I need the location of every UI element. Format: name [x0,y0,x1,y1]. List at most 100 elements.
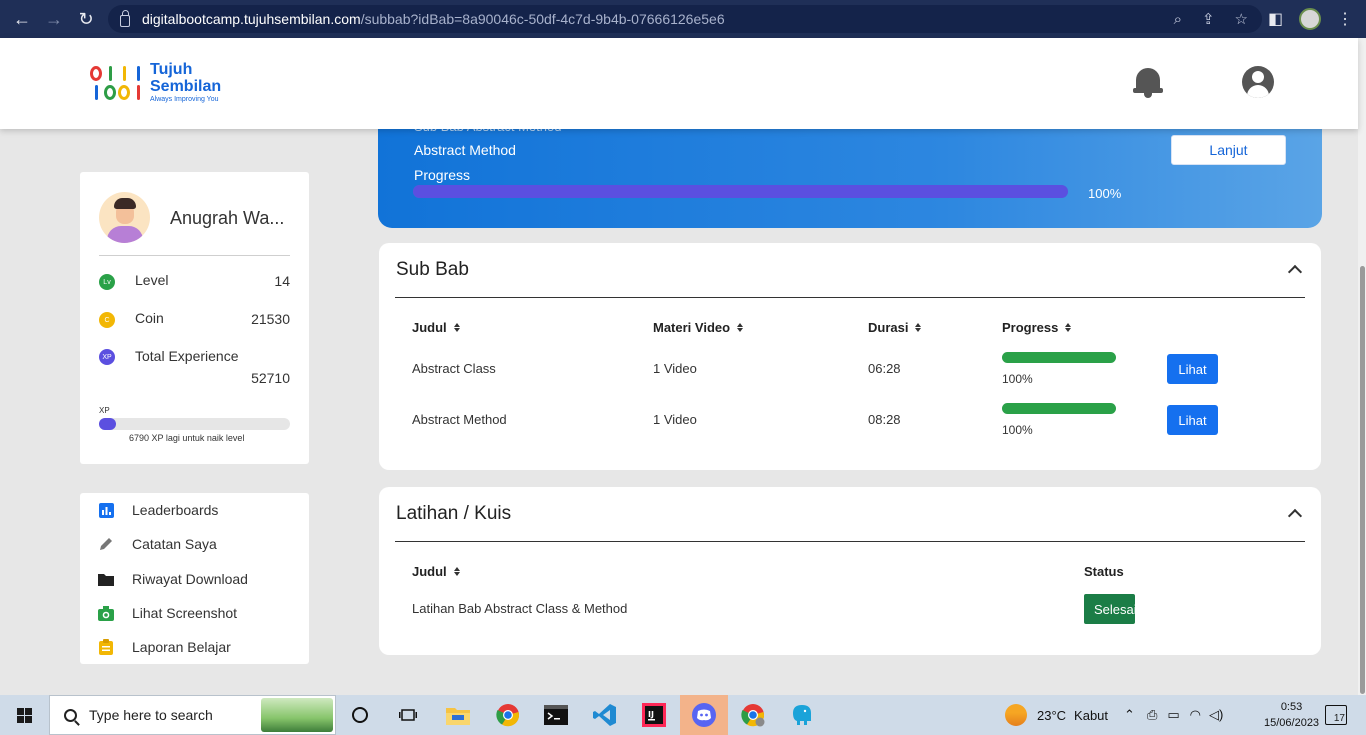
logo-text-line1: Tujuh [150,61,193,78]
coin-value: 21530 [251,311,290,327]
menu-item-laporan-belajar[interactable]: Laporan Belajar [98,635,231,659]
task-view-icon[interactable] [396,703,420,727]
menu-item-label: Lihat Screenshot [132,605,238,621]
row-progress-value: 100% [1002,372,1033,386]
logo-text-line2: Sembilan [150,78,222,95]
bookmark-star-icon[interactable]: ☆ [1235,10,1248,28]
site-header: Tujuh Sembilan Always Improving You [0,38,1358,129]
user-account-icon[interactable] [1242,66,1274,98]
profile-card: Anugrah Wa... Lv Level 14 C Coin 21530 X… [80,172,309,464]
row-durasi: 06:28 [868,361,901,376]
sort-icon [1065,323,1072,332]
coin-label: Coin [135,310,164,326]
lanjut-button[interactable]: Lanjut [1171,135,1286,165]
card-divider [395,297,1305,298]
windows-start-icon[interactable] [0,695,48,735]
intellij-icon[interactable]: IJ [642,703,666,727]
column-header-durasi[interactable]: Durasi [868,320,922,335]
side-panel-icon[interactable]: ◧ [1268,9,1283,29]
pencil-icon [98,536,114,552]
profile-name: Anugrah Wa... [170,208,285,228]
column-header-materi-video[interactable]: Materi Video [653,320,744,335]
sort-icon [453,323,460,332]
profile-divider [99,255,290,256]
clock-date: 15/06/2023 [1264,717,1320,729]
collapse-chevron-icon[interactable] [1287,264,1303,280]
url-path: /subbab?idBab=8a90046c-50df-4c7d-9b4b-07… [360,11,725,27]
row-materi: 1 Video [653,361,697,376]
chrome-profile-icon[interactable] [741,703,765,727]
bar-chart-icon [98,502,114,518]
back-arrow-icon[interactable]: ← [6,0,38,38]
scrollbar-thumb[interactable] [1360,266,1365,694]
menu-item-lihat-screenshot[interactable]: Lihat Screenshot [98,601,237,625]
weather-icon[interactable] [1005,704,1027,726]
lihat-button[interactable]: Lihat [1167,354,1218,384]
xp-icon: XP [99,349,115,365]
quiz-row-judul: Latihan Bab Abstract Class & Method [412,601,628,616]
total-experience-value: 52710 [251,370,290,386]
row-progress-bar [1002,352,1116,363]
address-bar[interactable]: digitalbootcamp.tujuhsembilan.com/subbab… [108,5,1262,33]
battery-icon[interactable]: ▭ [1167,707,1179,723]
cortana-icon[interactable] [348,703,372,727]
taskbar-search-input[interactable]: Type here to search [49,695,336,735]
camera-icon [98,605,114,621]
menu-item-riwayat-download[interactable]: Riwayat Download [98,567,248,591]
sidebar-menu: Leaderboards Catatan Saya Riwayat Downlo… [80,493,309,664]
browser-profile-avatar[interactable] [1299,8,1322,30]
weather-description[interactable]: Kabut [1074,708,1108,723]
zoom-icon[interactable]: ⌕ [1174,11,1182,28]
reload-icon[interactable]: ↻ [70,0,102,38]
coin-icon: C [99,312,115,328]
volume-icon[interactable]: ◁) [1209,707,1223,723]
row-progress-value: 100% [1002,423,1033,437]
vscode-icon[interactable] [593,703,617,727]
notification-center-icon[interactable]: 17 [1325,705,1347,725]
wifi-icon[interactable]: ◠ [1190,707,1201,723]
meet-now-icon[interactable]: ⎙ [1147,707,1157,723]
sort-icon [453,567,460,576]
discord-icon[interactable] [692,703,716,727]
browser-menu-icon[interactable]: ⋮ [1337,9,1353,29]
folder-icon [98,571,114,587]
terminal-icon[interactable] [544,703,568,727]
column-header-judul[interactable]: Judul [412,564,460,579]
banner-progress-bar [413,185,1068,198]
clock-time: 0:53 [1280,701,1303,713]
xp-progress-bar [99,418,290,430]
tujuh-sembilan-logo[interactable]: Tujuh Sembilan Always Improving You [90,62,221,103]
chrome-icon[interactable] [496,703,520,727]
browser-toolbar: ← → ↻ digitalbootcamp.tujuhsembilan.com /… [0,0,1366,38]
logo-tagline: Always Improving You [150,96,219,103]
notification-count: 17 [1333,713,1345,724]
search-highlight-image [261,698,333,732]
latihan-kuis-title: Latihan / Kuis [396,503,512,524]
row-judul: Abstract Class [412,361,496,376]
row-progress-fill [1002,403,1116,414]
menu-item-label: Riwayat Download [132,571,248,587]
column-header-progress[interactable]: Progress [1002,320,1072,335]
lihat-button[interactable]: Lihat [1167,405,1218,435]
notification-bell-icon[interactable] [1133,66,1163,98]
collapse-chevron-icon[interactable] [1287,508,1303,524]
search-icon [64,708,77,722]
sort-icon [915,323,922,332]
forward-arrow-icon[interactable]: → [38,0,70,38]
menu-item-leaderboards[interactable]: Leaderboards [98,498,218,522]
clock[interactable]: 0:53 15/06/2023 [1264,699,1319,731]
svg-text:IJ: IJ [648,710,654,719]
file-explorer-icon[interactable] [446,703,470,727]
avatar[interactable] [99,192,150,243]
share-icon[interactable]: ⇪ [1202,10,1215,28]
chevron-up-icon[interactable]: ⌃ [1124,707,1135,723]
system-tray: 23°C Kabut ⌃ ⎙ ▭ ◠ ◁) [1005,695,1223,735]
sort-icon [737,323,744,332]
menu-item-catatan-saya[interactable]: Catatan Saya [98,532,217,556]
card-divider [395,541,1305,542]
column-header-judul[interactable]: Judul [412,320,460,335]
weather-temperature[interactable]: 23°C [1037,708,1066,723]
row-materi: 1 Video [653,412,697,427]
database-elephant-icon[interactable] [790,703,814,727]
lock-icon [120,10,130,27]
